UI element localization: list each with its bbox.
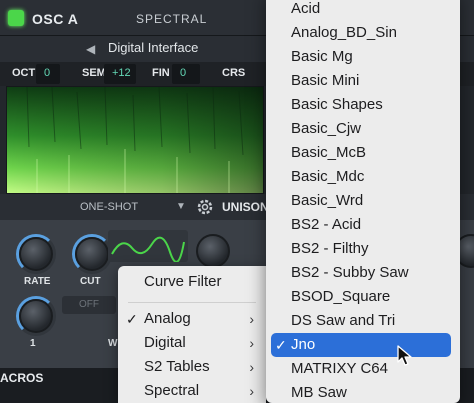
wavetable-prev-icon[interactable]: ◀ — [86, 42, 95, 56]
sem-value[interactable]: +12 — [104, 64, 136, 84]
cut-label: CUT — [80, 276, 101, 287]
menu-item[interactable]: BS2 - Filthy — [266, 237, 460, 261]
gear-icon[interactable] — [196, 198, 214, 216]
osc-title: OSC A — [32, 11, 79, 27]
playback-mode[interactable]: ONE-SHOT — [80, 201, 138, 213]
category-menu: Curve Filter ✓ Analog › Digital › S2 Tab… — [118, 266, 266, 403]
category-item-label: Digital — [144, 334, 186, 351]
menu-item[interactable]: Basic Mg — [266, 45, 460, 69]
mouse-pointer-icon — [397, 345, 412, 366]
osc-power-toggle[interactable] — [8, 10, 24, 26]
cut-knob[interactable] — [75, 237, 109, 271]
crs-label: CRS — [222, 67, 246, 79]
off-indicator[interactable]: OFF — [62, 296, 116, 314]
checkmark-icon: ✓ — [126, 311, 138, 327]
menu-item[interactable]: MB Saw — [266, 381, 460, 403]
spectrum-graphic — [7, 87, 263, 193]
menu-item[interactable]: Basic_Wrd — [266, 189, 460, 213]
oct-value[interactable]: 0 — [36, 64, 60, 84]
spectrum-display[interactable] — [6, 86, 264, 194]
wavetable-name[interactable]: Digital Interface — [108, 40, 198, 55]
filter-curve-graphic — [111, 236, 185, 263]
checkmark-icon: ✓ — [275, 337, 287, 353]
osc-mode-label[interactable]: SPECTRAL — [136, 12, 207, 26]
menu-item[interactable]: Basic_McB — [266, 141, 460, 165]
menu-item[interactable]: DS Saw and Tri — [266, 309, 460, 333]
menu-item[interactable]: Basic_Cjw — [266, 117, 460, 141]
sem-label: SEM — [82, 67, 106, 79]
menu-item[interactable]: MATRIXY C64 — [266, 357, 460, 381]
oct-label: OCT — [12, 67, 36, 79]
mix-knob-label: 1 — [30, 338, 36, 349]
unison-label[interactable]: UNISON — [222, 200, 269, 214]
chevron-right-icon: › — [249, 359, 254, 375]
category-item-label: S2 Tables — [144, 358, 210, 375]
mix-knob[interactable] — [19, 299, 53, 333]
macros-label: ACROS — [0, 371, 44, 385]
fin-label: FIN — [152, 67, 170, 79]
menu-item[interactable]: BS2 - Subby Saw — [266, 261, 460, 285]
menu-item[interactable]: Basic_Mdc — [266, 165, 460, 189]
category-item-label: Analog — [144, 310, 191, 327]
menu-separator — [128, 302, 256, 303]
width-label: W — [108, 338, 118, 349]
filter-knob[interactable] — [196, 234, 230, 268]
menu-item[interactable]: Acid — [266, 0, 460, 21]
category-item-digital[interactable]: Digital › — [118, 331, 266, 355]
chevron-right-icon: › — [249, 335, 254, 351]
menu-item[interactable]: BSOD_Square — [266, 285, 460, 309]
rate-label: RATE — [24, 276, 51, 287]
chevron-right-icon: › — [249, 311, 254, 327]
category-item-s2-tables[interactable]: S2 Tables › — [118, 355, 266, 379]
category-item-spectral[interactable]: Spectral › — [118, 379, 266, 403]
rate-knob[interactable] — [19, 237, 53, 271]
category-item-label: Spectral — [144, 382, 200, 399]
menu-item-selected[interactable]: ✓ Jno — [271, 333, 451, 357]
category-item-analog[interactable]: ✓ Analog › — [118, 307, 266, 331]
wavetable-menu: Acid Analog_BD_Sin Basic Mg Basic Mini B… — [266, 0, 460, 403]
filter-curve-display[interactable] — [108, 230, 188, 263]
playback-dropdown-icon[interactable]: ▼ — [176, 201, 186, 212]
chevron-right-icon: › — [249, 383, 254, 399]
menu-item[interactable]: Basic Mini — [266, 69, 460, 93]
menu-item[interactable]: Analog_BD_Sin — [266, 21, 460, 45]
menu-item-label: Jno — [291, 336, 316, 353]
menu-item[interactable]: Basic Shapes — [266, 93, 460, 117]
menu-item[interactable]: BS2 - Acid — [266, 213, 460, 237]
fin-value[interactable]: 0 — [172, 64, 200, 84]
curve-filter-header[interactable]: Curve Filter — [118, 270, 266, 294]
